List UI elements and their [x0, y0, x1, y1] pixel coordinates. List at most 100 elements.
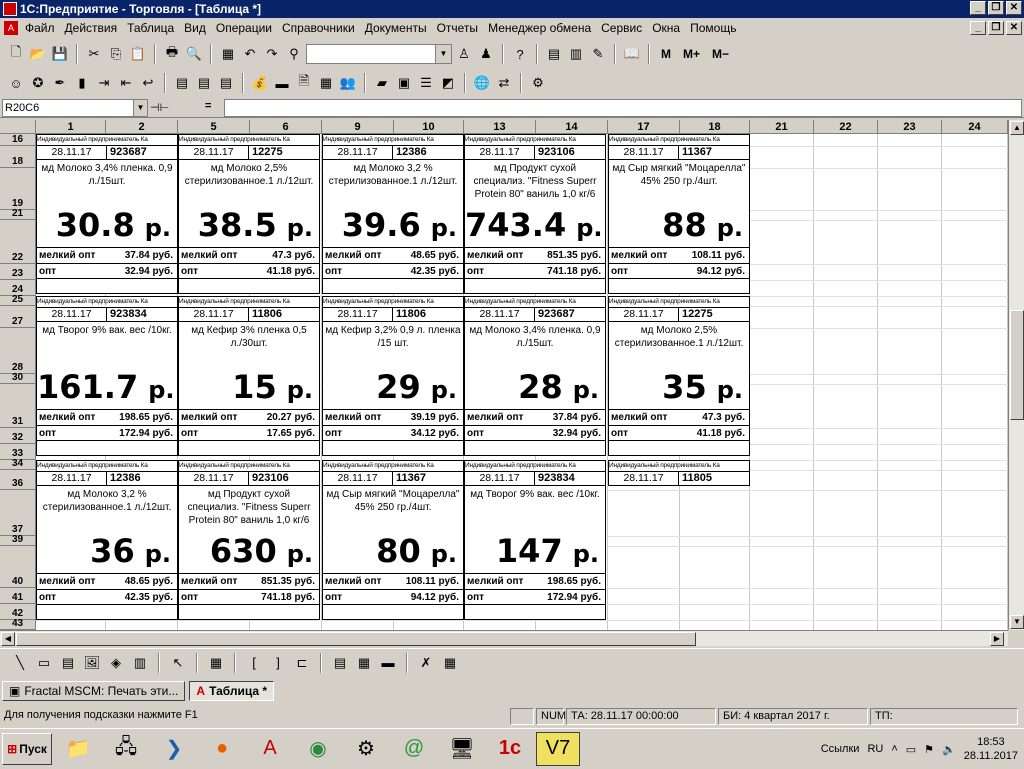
- clock[interactable]: 18:53 28.11.2017: [964, 735, 1018, 763]
- return-icon[interactable]: ↩: [138, 73, 158, 93]
- column-header[interactable]: 13: [464, 120, 536, 134]
- tray-expand-icon[interactable]: ˄: [891, 743, 897, 755]
- copy-icon[interactable]: ⎘: [106, 44, 126, 64]
- invoice-icon[interactable]: ▤: [172, 73, 192, 93]
- document-icon[interactable]: 🗎: [294, 73, 314, 93]
- menu-actions[interactable]: Действия: [60, 21, 123, 35]
- row-header[interactable]: 36: [0, 470, 36, 490]
- row-header[interactable]: 27: [0, 306, 36, 328]
- cell-reference-field[interactable]: R20C6 ▼: [2, 99, 148, 117]
- scroll-down-icon[interactable]: ▼: [1010, 615, 1024, 629]
- remote-desktop-icon[interactable]: 🖥: [440, 732, 484, 766]
- book-icon[interactable]: 📖: [622, 44, 642, 64]
- powershell-icon[interactable]: ❯: [152, 732, 196, 766]
- row-header[interactable]: 41: [0, 588, 36, 604]
- tab-table[interactable]: A Таблица *: [189, 681, 275, 701]
- settings-icon[interactable]: ⚙: [528, 73, 548, 93]
- spreadsheet-grid[interactable]: 1 2 5 6 9 10 13 14 17 18 21 22 23 24 16 18 19 21 22 23 24 25 2…: [0, 120, 1008, 630]
- start-button[interactable]: ⊞ Пуск: [2, 732, 52, 765]
- pen-icon[interactable]: ✒: [50, 73, 70, 93]
- row-header[interactable]: 43: [0, 618, 36, 630]
- text-icon[interactable]: ▤: [58, 653, 78, 673]
- paste-icon[interactable]: 📋: [128, 44, 148, 64]
- save-icon[interactable]: 💾: [50, 44, 70, 64]
- row-header[interactable]: 39: [0, 534, 36, 546]
- menu-file[interactable]: Файл: [20, 21, 60, 35]
- menu-exchange-manager[interactable]: Менеджер обмена: [483, 21, 596, 35]
- diagram-icon[interactable]: ▥: [130, 653, 150, 673]
- cut-icon[interactable]: ✂: [84, 44, 104, 64]
- doc-close-button[interactable]: ✕: [1006, 21, 1022, 35]
- chevron-down-icon[interactable]: ▼: [435, 45, 451, 63]
- books-icon[interactable]: ▮: [72, 73, 92, 93]
- ole-icon[interactable]: ◈: [106, 653, 126, 673]
- find-next-icon[interactable]: ♙: [454, 44, 474, 64]
- row-header[interactable]: 25: [0, 294, 36, 306]
- globe-icon[interactable]: 🌐: [472, 73, 492, 93]
- bracket-close-icon[interactable]: ]: [268, 653, 288, 673]
- scroll-up-icon[interactable]: ▲: [1010, 121, 1024, 135]
- waybill-icon[interactable]: ▤: [194, 73, 214, 93]
- memory-minus-button[interactable]: M−: [707, 47, 734, 61]
- menu-references[interactable]: Справочники: [277, 21, 360, 35]
- tab-fractal[interactable]: ▣ Fractal MSCM: Печать эти...: [2, 681, 186, 701]
- menu-operations[interactable]: Операции: [211, 21, 277, 35]
- table-grid-icon[interactable]: ▦: [440, 653, 460, 673]
- row-header[interactable]: 37: [0, 490, 36, 536]
- row-header[interactable]: 34: [0, 458, 36, 470]
- row-header[interactable]: 28: [0, 328, 36, 374]
- column-header[interactable]: 9: [322, 120, 394, 134]
- help-icon[interactable]: ?: [510, 44, 530, 64]
- network-tray-icon[interactable]: ▭: [906, 743, 916, 756]
- menu-view[interactable]: Вид: [179, 21, 211, 35]
- exchange-icon[interactable]: ⇄: [494, 73, 514, 93]
- firefox-icon[interactable]: ●: [200, 732, 244, 766]
- row-header[interactable]: 23: [0, 264, 36, 280]
- card-icon[interactable]: ▰: [372, 73, 392, 93]
- delete-icon[interactable]: ✗: [416, 653, 436, 673]
- picture-icon[interactable]: 🖼: [82, 653, 102, 673]
- explorer-icon[interactable]: 📁: [56, 732, 100, 766]
- language-indicator[interactable]: RU: [867, 743, 883, 755]
- headers-icon[interactable]: ▦: [354, 653, 374, 673]
- new-icon[interactable]: 🗋: [6, 44, 26, 64]
- menu-windows[interactable]: Окна: [647, 21, 685, 35]
- calculator2-icon[interactable]: ▤: [544, 44, 564, 64]
- column-header[interactable]: 23: [878, 120, 942, 134]
- email-icon[interactable]: @: [392, 732, 436, 766]
- find-prev-icon[interactable]: ♟: [476, 44, 496, 64]
- column-header[interactable]: 17: [608, 120, 680, 134]
- rectangle-icon[interactable]: ▭: [34, 653, 54, 673]
- row-header[interactable]: 22: [0, 220, 36, 264]
- find-icon[interactable]: ⚲: [284, 44, 304, 64]
- menu-reports[interactable]: Отчеты: [432, 21, 483, 35]
- smiley-icon[interactable]: ☺: [6, 73, 26, 93]
- column-header[interactable]: 10: [394, 120, 464, 134]
- ruler-icon[interactable]: ▬: [378, 653, 398, 673]
- 1c-v7-icon[interactable]: V7: [536, 731, 580, 766]
- column-header[interactable]: 18: [680, 120, 750, 134]
- cash-icon[interactable]: ▬: [272, 73, 292, 93]
- scroll-right-icon[interactable]: ▶: [990, 632, 1004, 646]
- pin-icon[interactable]: ⊣⊢: [150, 101, 169, 114]
- doc-restore-button[interactable]: ❐: [988, 21, 1004, 35]
- row-header[interactable]: 16: [0, 134, 36, 146]
- maximize-button[interactable]: ❐: [988, 1, 1004, 15]
- column-header[interactable]: 14: [536, 120, 608, 134]
- list-icon[interactable]: ☰: [416, 73, 436, 93]
- menu-help[interactable]: Помощь: [685, 21, 741, 35]
- undo-icon[interactable]: ↶: [240, 44, 260, 64]
- memory-button[interactable]: M: [656, 47, 676, 61]
- calculator-icon[interactable]: ▦: [218, 44, 238, 64]
- print-icon[interactable]: 🖶: [162, 44, 182, 64]
- search-combo[interactable]: ▼: [306, 44, 452, 64]
- document-icon[interactable]: A: [4, 21, 18, 35]
- report-icon[interactable]: ▦: [316, 73, 336, 93]
- open-icon[interactable]: 📂: [28, 44, 48, 64]
- row-header[interactable]: 30: [0, 372, 36, 384]
- formula-input[interactable]: [224, 99, 1022, 117]
- chevron-down-icon[interactable]: ▼: [133, 100, 147, 116]
- acrobat-icon[interactable]: A: [248, 732, 292, 766]
- column-header[interactable]: 2: [106, 120, 178, 134]
- bracket-open-icon[interactable]: [: [244, 653, 264, 673]
